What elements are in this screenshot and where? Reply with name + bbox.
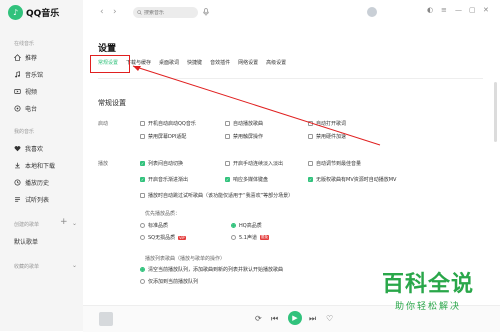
watermark: 百科全说 助你轻松解决 xyxy=(360,272,496,327)
play-button[interactable]: ▶ xyxy=(288,311,302,325)
album-cover[interactable] xyxy=(99,312,113,326)
loop-icon[interactable]: ⟳ xyxy=(255,314,262,323)
watermark-sub: 助你轻松解决 xyxy=(394,302,461,312)
next-button[interactable]: ⏭ xyxy=(309,314,316,324)
watermark-main: 百科全说 xyxy=(381,272,474,297)
like-icon[interactable]: ♡ xyxy=(326,314,333,323)
previous-button[interactable]: ⏮ xyxy=(271,314,278,324)
